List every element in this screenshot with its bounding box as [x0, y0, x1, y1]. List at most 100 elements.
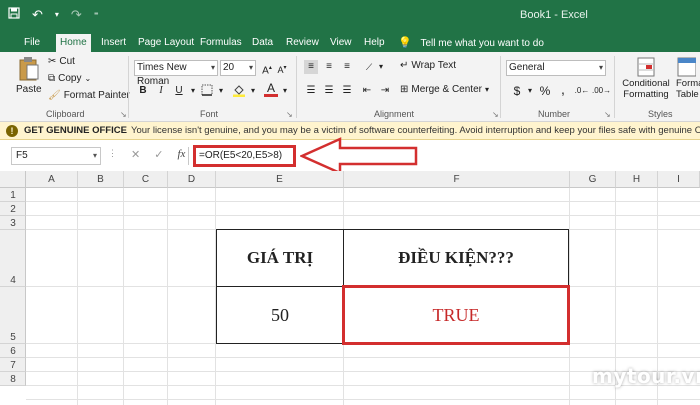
quick-access-toolbar: ↶ ▾ ↷ ⁼	[8, 6, 99, 24]
font-launcher-icon[interactable]: ↘	[286, 110, 293, 119]
cell-f5-result[interactable]: TRUE	[342, 285, 570, 345]
column-header-f[interactable]: F	[344, 171, 570, 188]
column-header-b[interactable]: B	[78, 171, 124, 188]
format-painter-button[interactable]: 🖌 Format Painter	[48, 90, 130, 101]
column-header-h[interactable]: H	[616, 171, 658, 188]
align-right-icon[interactable]: ☰	[340, 84, 354, 98]
name-box[interactable]: F5 ▾	[11, 147, 101, 165]
row-header-8[interactable]: 8	[0, 372, 26, 386]
message-title: GET GENUINE OFFICE	[24, 125, 127, 136]
row-header-4[interactable]: 4	[0, 230, 26, 287]
column-header-d[interactable]: D	[168, 171, 216, 188]
borders-icon[interactable]	[200, 84, 214, 98]
tab-page-layout[interactable]: Page Layout	[134, 34, 198, 52]
wrap-text-button[interactable]: ↵ Wrap Text	[400, 60, 456, 71]
chevron-down-icon[interactable]: ▾	[523, 84, 537, 98]
column-header-e[interactable]: E	[216, 171, 344, 188]
chevron-down-icon[interactable]: ▾	[278, 84, 292, 98]
underline-button[interactable]: U	[172, 84, 186, 98]
undo-icon[interactable]: ↶	[32, 6, 43, 24]
tell-me-box[interactable]: 💡 Tell me what you want to do	[398, 34, 544, 52]
chevron-down-icon[interactable]: ▾	[374, 60, 388, 74]
cell-e5-value[interactable]: 50	[216, 286, 344, 344]
chevron-down-icon: ▾	[92, 151, 97, 160]
align-top-icon[interactable]: ≡	[304, 60, 318, 74]
row-header-7[interactable]: 7	[0, 358, 26, 372]
group-divider	[500, 56, 501, 118]
chevron-down-icon[interactable]: ▾	[246, 84, 260, 98]
merge-center-button[interactable]: ⊞ Merge & Center ▾	[400, 84, 489, 95]
styles-group-label: Styles	[648, 109, 673, 119]
font-color-icon[interactable]: A	[264, 82, 278, 97]
fill-color-icon[interactable]	[232, 83, 246, 97]
column-header-c[interactable]: C	[124, 171, 168, 188]
increase-decimal-icon[interactable]: .0←	[574, 84, 590, 98]
conditional-formatting-button[interactable]: Conditional Formatting	[620, 56, 672, 100]
italic-button[interactable]: I	[154, 84, 168, 98]
row-header-3[interactable]: 3	[0, 216, 26, 230]
clipboard-group-label: Clipboard	[46, 109, 85, 119]
row-header-2[interactable]: 2	[0, 202, 26, 216]
percent-icon[interactable]: %	[538, 84, 552, 98]
cut-button[interactable]: ✂ Cut	[48, 56, 75, 67]
gridline	[123, 188, 124, 405]
row-header-1[interactable]: 1	[0, 188, 26, 202]
cell-f4-header-condition[interactable]: ĐIỀU KIỆN???	[343, 229, 569, 287]
redo-icon[interactable]: ↷	[71, 6, 82, 24]
number-format-select[interactable]: General ▾	[506, 60, 606, 76]
bold-button[interactable]: B	[136, 84, 150, 98]
dropdown-chevron-icon[interactable]: ▾	[55, 6, 59, 24]
tab-view[interactable]: View	[326, 34, 356, 52]
watermark-logo: mytour.vn	[592, 364, 700, 388]
formula-input[interactable]: =OR(E5<20,E5>8)	[193, 145, 296, 167]
cell-e4-header-value[interactable]: GIÁ TRỊ	[216, 229, 344, 287]
tab-help[interactable]: Help	[360, 34, 389, 52]
copy-button[interactable]: ⧉ Copy ⌄	[48, 73, 91, 84]
cancel-icon[interactable]: ✕	[131, 148, 140, 161]
number-launcher-icon[interactable]: ↘	[604, 110, 611, 119]
increase-font-icon[interactable]: A▴	[260, 61, 274, 76]
decrease-decimal-icon[interactable]: .00→	[592, 84, 611, 98]
tab-formulas[interactable]: Formulas	[196, 34, 246, 52]
column-header-a[interactable]: A	[26, 171, 78, 188]
font-name-select[interactable]: Times New Roman ▾	[134, 60, 218, 87]
number-group-label: Number	[538, 109, 571, 119]
group-divider	[128, 56, 129, 118]
customize-icon[interactable]: ⁼	[94, 6, 99, 24]
decrease-indent-icon[interactable]: ⇤	[360, 84, 374, 98]
increase-indent-icon[interactable]: ⇥	[378, 84, 392, 98]
row-header-5[interactable]: 5	[0, 287, 26, 344]
column-header-g[interactable]: G	[570, 171, 616, 188]
clipboard-launcher-icon[interactable]: ↘	[120, 110, 127, 119]
merge-icon: ⊞	[400, 84, 409, 95]
insert-function-icon[interactable]: fx	[177, 148, 185, 161]
paste-button[interactable]: Paste	[16, 56, 42, 95]
alignment-launcher-icon[interactable]: ↘	[492, 110, 499, 119]
column-header-i[interactable]: I	[658, 171, 700, 188]
align-middle-icon[interactable]: ≡	[322, 60, 336, 74]
document-title: Book1 - Excel	[520, 9, 588, 21]
font-size-select[interactable]: 20 ▾	[220, 60, 256, 76]
tab-home[interactable]: Home	[56, 34, 91, 52]
comma-icon[interactable]: ,	[556, 82, 570, 96]
format-as-table-button[interactable]: Forma Table	[676, 56, 700, 100]
align-left-icon[interactable]: ☰	[304, 84, 318, 98]
chevron-down-icon[interactable]: ▾	[214, 84, 228, 98]
decrease-font-icon[interactable]: A▾	[275, 61, 289, 75]
tab-file[interactable]: File	[20, 34, 44, 52]
row-header-6[interactable]: 6	[0, 344, 26, 358]
tab-review[interactable]: Review	[282, 34, 323, 52]
currency-icon[interactable]: $	[510, 84, 524, 98]
align-bottom-icon[interactable]: ≡	[340, 60, 354, 74]
tell-me-text: Tell me what you want to do	[420, 38, 544, 49]
save-icon[interactable]	[8, 6, 20, 24]
info-icon: !	[6, 125, 18, 137]
tab-data[interactable]: Data	[248, 34, 277, 52]
chevron-down-icon[interactable]: ▾	[186, 84, 200, 98]
chevron-down-icon: ▾	[248, 63, 253, 72]
enter-check-icon[interactable]: ✓	[154, 148, 163, 161]
align-center-icon[interactable]: ☰	[322, 84, 336, 98]
select-all-corner[interactable]	[0, 171, 26, 188]
more-icon: ⋮	[108, 148, 117, 158]
tab-insert[interactable]: Insert	[97, 34, 130, 52]
